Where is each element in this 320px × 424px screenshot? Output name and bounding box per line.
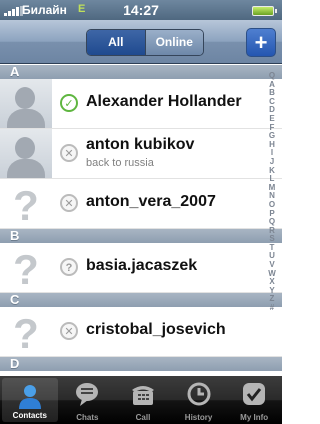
segment-all[interactable]: All [87,30,146,55]
unknown-avatar-icon: ? [0,243,52,292]
person-avatar-icon [0,79,52,128]
status-online-icon: ✓ [60,94,78,112]
status-bar: Билайн E 14:27 [0,0,282,20]
contact-row[interactable]: ? ✕ anton_vera_2007 [0,179,282,229]
section-header-b: B [0,229,282,243]
battery-icon [252,6,277,16]
contact-name: Alexander Hollander [86,93,242,110]
tab-label: Call [135,413,151,422]
section-header-a: A [0,65,282,79]
contact-list[interactable]: A ✓ Alexander Hollander ✕ anton kubikov back … [0,65,282,376]
status-offline-icon: ✕ [60,194,78,212]
segment-online[interactable]: Online [145,30,203,55]
section-index[interactable]: Q A B C D E F G H I J K L M N O P Q R S T U V W X Y Z # [264,71,280,372]
tab-my-info[interactable]: My Info [226,376,282,424]
tab-contacts[interactable]: Contacts [2,378,58,422]
history-icon [186,381,212,407]
status-away-icon: ? [60,258,78,276]
contacts-filter-segmented-control: All Online [86,29,204,56]
contact-name: cristobal_josevich [86,321,226,338]
status-offline-icon: ✕ [60,322,78,340]
status-offline-icon: ✕ [60,144,78,162]
contact-row[interactable]: ✕ anton kubikov back to russia [0,129,282,179]
tab-label: Contacts [12,411,47,420]
contact-row[interactable]: ?? basia.jacaszek [0,243,282,293]
call-icon [130,381,156,407]
contact-row[interactable]: ✓ Alexander Hollander [0,79,282,129]
contacts-icon [17,383,43,409]
chats-icon [74,381,100,407]
index-letter[interactable]: # [264,303,280,313]
person-avatar-icon [0,129,52,178]
tab-label: My Info [240,413,269,422]
tab-history[interactable]: History [171,376,227,424]
my-info-icon [241,381,267,407]
tab-call[interactable]: Call [115,376,171,424]
section-header-c: C [0,293,282,307]
add-contact-button[interactable]: + [246,28,276,57]
navigation-bar: All Online + [0,20,282,64]
contact-name: anton_vera_2007 [86,193,216,210]
unknown-avatar-icon: ? [0,179,52,228]
contact-row[interactable]: ? ✕ cristobal_josevich [0,307,282,357]
tab-bar: Contacts Chats Call History My Info [0,376,282,424]
clock: 14:27 [123,2,159,18]
contact-name: basia.jacaszek [86,257,198,274]
unknown-avatar-icon: ? [0,307,52,356]
tab-label: Chats [76,413,99,422]
tab-chats[interactable]: Chats [60,376,116,424]
section-header-d: D [0,357,282,371]
contact-status-message: back to russia [86,157,154,169]
tab-label: History [184,413,213,422]
contact-name: anton kubikov [86,136,195,153]
